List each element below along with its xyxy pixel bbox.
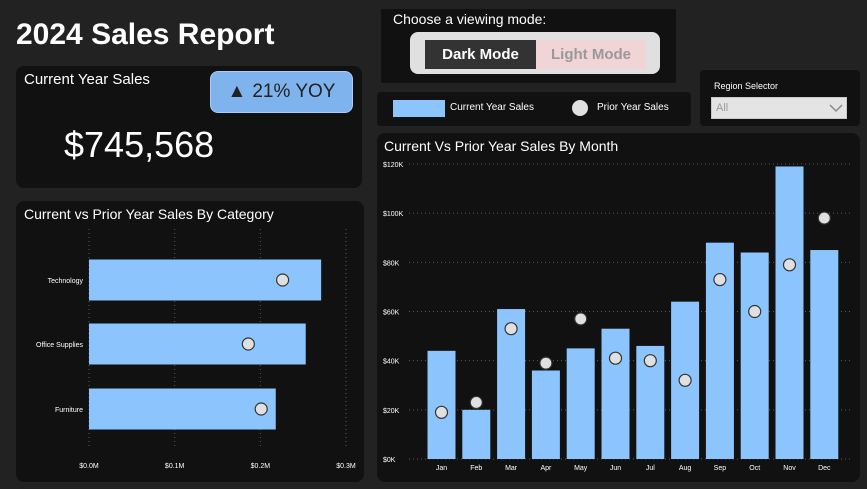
prior-year-marker [469,395,483,410]
y-tick-label: $0K [383,457,396,464]
category-chart-panel: Current vs Prior Year Sales By Category … [16,201,364,482]
category-chart: $0.0M $0.1M $0.2M $0.3M Technology Office Sup… [36,229,356,470]
prior-year-marker [817,211,831,225]
y-tick-label: $80K [383,260,400,267]
month-bar [462,409,491,459]
month-label: May [574,465,588,472]
month-bar [775,166,804,460]
month-label: Mar [505,465,518,472]
y-tick-label: $40K [383,359,400,366]
x-tick-label: $0.2M [251,463,271,470]
prior-year-marker [643,354,657,368]
chevron-down-icon [829,104,843,113]
month-bar [566,348,595,459]
prior-year-marker [782,258,797,272]
month-label: Jun [610,465,621,472]
report-title: 2024 Sales Report [16,18,275,51]
month-label: Nov [783,465,796,472]
viewing-mode-label: Choose a viewing mode: [393,11,547,27]
prior-year-marker [276,273,290,287]
light-mode-button[interactable]: Light Mode [536,40,646,69]
y-tick-label: $20K [383,408,400,415]
month-bar [531,370,560,459]
y-tick-label: $100K [383,211,404,218]
category-label: Technology [48,278,84,285]
prior-year-marker-icon [572,100,588,116]
prior-year-marker [678,373,692,387]
month-label: Jan [436,465,447,472]
month-bar [601,328,630,459]
x-tick-label: $0.3M [336,463,356,470]
legend-prior-label: Prior Year Sales [597,102,669,113]
up-triangle-icon: ▲ [227,81,247,102]
y-tick-label: $120K [383,162,404,169]
month-label: Oct [749,465,760,472]
prior-year-marker [434,405,449,419]
current-year-swatch [393,100,445,117]
month-label: Sep [714,465,727,472]
dark-mode-button[interactable]: Dark Mode [425,40,536,69]
month-bar [810,250,839,459]
prior-year-marker [574,312,588,326]
month-chart-panel: Current Vs Prior Year Sales By Month $0K… [377,133,860,482]
kpi-label: Current Year Sales [24,71,150,88]
category-bar [89,323,306,365]
x-tick-label: $0.0M [79,463,99,470]
prior-year-marker [254,402,268,416]
prior-year-marker [713,272,727,287]
month-bar [740,252,769,459]
prior-year-marker [608,351,623,365]
viewing-mode-panel: Choose a viewing mode: Dark Mode Light M… [381,9,676,83]
month-label: Aug [679,465,692,472]
prior-year-marker [504,322,518,336]
region-selector-label: Region Selector [714,81,779,91]
region-dropdown-value: All [716,102,729,114]
month-label: Feb [470,465,482,472]
yoy-text: 21% YOY [252,81,336,102]
chart-legend: Current Year Sales Prior Year Sales [377,92,691,126]
month-label: Dec [818,465,831,472]
current-year-sales-card: Current Year Sales ▲ 21% YOY $745,568 [16,66,362,188]
category-bar [89,388,276,430]
category-label: Office Supplies [36,342,83,349]
legend-current-label: Current Year Sales [450,102,534,113]
region-dropdown[interactable]: All [711,97,847,119]
prior-year-marker [539,356,553,370]
prior-year-marker [241,337,255,351]
region-selector-panel: Region Selector All [700,70,860,126]
category-label: Furniture [55,407,83,414]
kpi-value: $745,568 [64,124,215,165]
month-label: Apr [540,465,552,472]
y-tick-label: $60K [383,310,400,317]
month-label: Jul [646,465,655,472]
prior-year-marker [748,304,762,319]
month-bar [427,350,456,459]
month-chart: $0K $20K $40K $60K $80K $100K $120K Jan Feb Mar Ap… [383,162,852,472]
yoy-badge: ▲ 21% YOY [210,71,353,113]
x-tick-label: $0.1M [165,463,185,470]
viewing-mode-switch: Dark Mode Light Mode [410,32,660,74]
